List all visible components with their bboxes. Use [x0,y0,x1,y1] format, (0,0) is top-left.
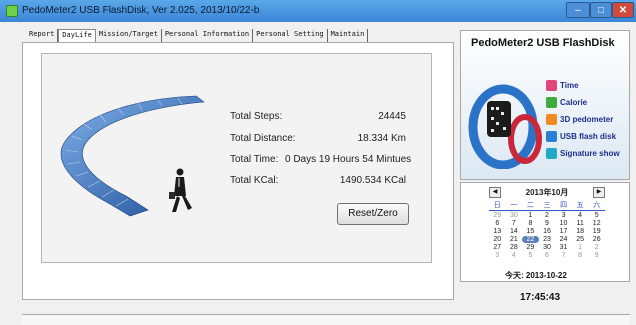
calendar-day[interactable]: 24 [555,236,572,243]
calendar-day[interactable]: 31 [555,244,572,251]
calendar-day[interactable]: 16 [539,228,556,235]
calendar-day[interactable]: 27 [489,244,506,251]
calendar-day[interactable]: 8 [522,220,539,227]
calendar-day[interactable]: 20 [489,236,506,243]
feature-signature-show: Signature show [546,148,620,160]
weekday-header: 二 [522,200,539,211]
total-distance-label: Total Distance: [230,133,296,144]
calendar-day[interactable]: 22 [522,236,539,243]
total-time-label: Total Time: [230,154,279,165]
tab-strip: Report DayLife Mission/Target Personal I… [26,29,369,43]
tab-maintain[interactable]: Maintain [328,29,369,43]
next-month-button[interactable]: ▶ [593,187,605,198]
tab-report[interactable]: Report [26,29,59,43]
weekday-header: 四 [555,200,572,211]
clock-icon [546,80,557,91]
calendar-grid: 日一二三四五六 29 30 1 2 3 4 5 6 7 8 9 10 11 12 13 14 15 16 17 18 19… [489,200,605,259]
calendar-day[interactable]: 15 [522,228,539,235]
calendar-day[interactable]: 7 [555,252,572,259]
calendar-day[interactable]: 3 [489,252,506,259]
calendar-day[interactable]: 3 [555,212,572,219]
sidebar: PedoMeter2 USB FlashDisk Time Calorie 3D… [460,30,630,285]
calendar-day[interactable]: 5 [522,252,539,259]
calendar-day[interactable]: 1 [522,212,539,219]
total-steps-label: Total Steps: [230,111,283,122]
calendar-day[interactable]: 28 [506,244,523,251]
total-distance-value: 18.334 Km [357,133,406,144]
calendar-day[interactable]: 29 [522,244,539,251]
calendar-day[interactable]: 2 [539,212,556,219]
runner-icon [546,114,557,125]
signature-icon [546,148,557,159]
calendar: ◀ 2013年10月 ▶ 日一二三四五六 29 30 1 2 3 4 5 6 7 8 9 10 11 12 1… [460,182,630,282]
total-kcal-label: Total KCal: [230,175,279,186]
calendar-day[interactable]: 9 [588,252,605,259]
calendar-day[interactable]: 30 [539,244,556,251]
tab-personal-information[interactable]: Personal Information [162,29,254,43]
calendar-day[interactable]: 25 [572,236,589,243]
calendar-day[interactable]: 18 [572,228,589,235]
weekday-header: 六 [588,200,605,211]
calendar-day[interactable]: 6 [539,252,556,259]
app-icon [6,5,18,17]
calendar-day[interactable]: 11 [572,220,589,227]
prev-month-button[interactable]: ◀ [489,187,501,198]
wristband-image [468,84,542,169]
promo-title: PedoMeter2 USB FlashDisk [471,37,615,49]
close-button[interactable]: ✕ [612,2,634,18]
feature-usb-flash-disk: USB flash disk [546,131,616,143]
calendar-today-label[interactable]: 今天: 2013-10-22 [505,270,567,281]
calendar-day[interactable]: 4 [572,212,589,219]
calendar-month-label: 2013年10月 [525,188,569,197]
calendar-day[interactable]: 2 [588,244,605,251]
feature-3d-pedometer: 3D pedometer [546,114,613,126]
calendar-day[interactable]: 4 [506,252,523,259]
calendar-day[interactable]: 21 [506,236,523,243]
usb-icon [546,131,557,142]
calendar-day[interactable]: 29 [489,212,506,219]
maximize-button[interactable]: □ [590,2,612,18]
calendar-day[interactable]: 17 [555,228,572,235]
product-promo: PedoMeter2 USB FlashDisk Time Calorie 3D… [460,30,630,180]
calendar-day[interactable]: 14 [506,228,523,235]
calendar-day[interactable]: 23 [539,236,556,243]
tab-personal-setting[interactable]: Personal Setting [253,29,328,43]
total-time-value: 0 Days 19 Hours 54 Mintues [285,154,412,165]
calendar-header: ◀ 2013年10月 ▶ [489,187,605,198]
calendar-day[interactable]: 1 [572,244,589,251]
weekday-header: 三 [538,200,556,211]
window-title: PedoMeter2 USB FlashDisk, Ver 2.025, 201… [22,5,260,16]
calendar-day[interactable]: 8 [572,252,589,259]
tab-daylife[interactable]: DayLife [58,29,96,43]
calendar-day[interactable]: 7 [506,220,523,227]
tab-mission-target[interactable]: Mission/Target [96,29,162,43]
weekday-header: 日 [489,200,506,211]
calendar-day[interactable]: 26 [588,236,605,243]
calendar-day[interactable]: 9 [539,220,556,227]
calendar-day[interactable]: 19 [588,228,605,235]
status-bar [22,314,630,325]
calendar-day[interactable]: 10 [555,220,572,227]
stairs-illustration [60,95,205,217]
calendar-day[interactable]: 5 [588,212,605,219]
total-steps-value: 24445 [378,111,406,122]
feature-calorie: Calorie [546,97,587,109]
title-bar: PedoMeter2 USB FlashDisk, Ver 2.025, 201… [0,0,636,22]
reset-zero-button[interactable]: Reset/Zero [337,203,409,225]
weekday-header: 五 [571,200,589,211]
clock-display: 17:45:43 [520,292,561,303]
calendar-day[interactable]: 6 [489,220,506,227]
minimize-button[interactable]: – [566,2,590,18]
walking-man-figure [169,168,192,212]
flame-icon [546,97,557,108]
weekday-header: 一 [505,200,523,211]
calendar-day[interactable]: 12 [588,220,605,227]
total-kcal-value: 1490.534 KCal [339,175,406,186]
feature-time: Time [546,80,579,92]
calendar-day[interactable]: 30 [506,212,523,219]
calendar-day[interactable]: 13 [489,228,506,235]
